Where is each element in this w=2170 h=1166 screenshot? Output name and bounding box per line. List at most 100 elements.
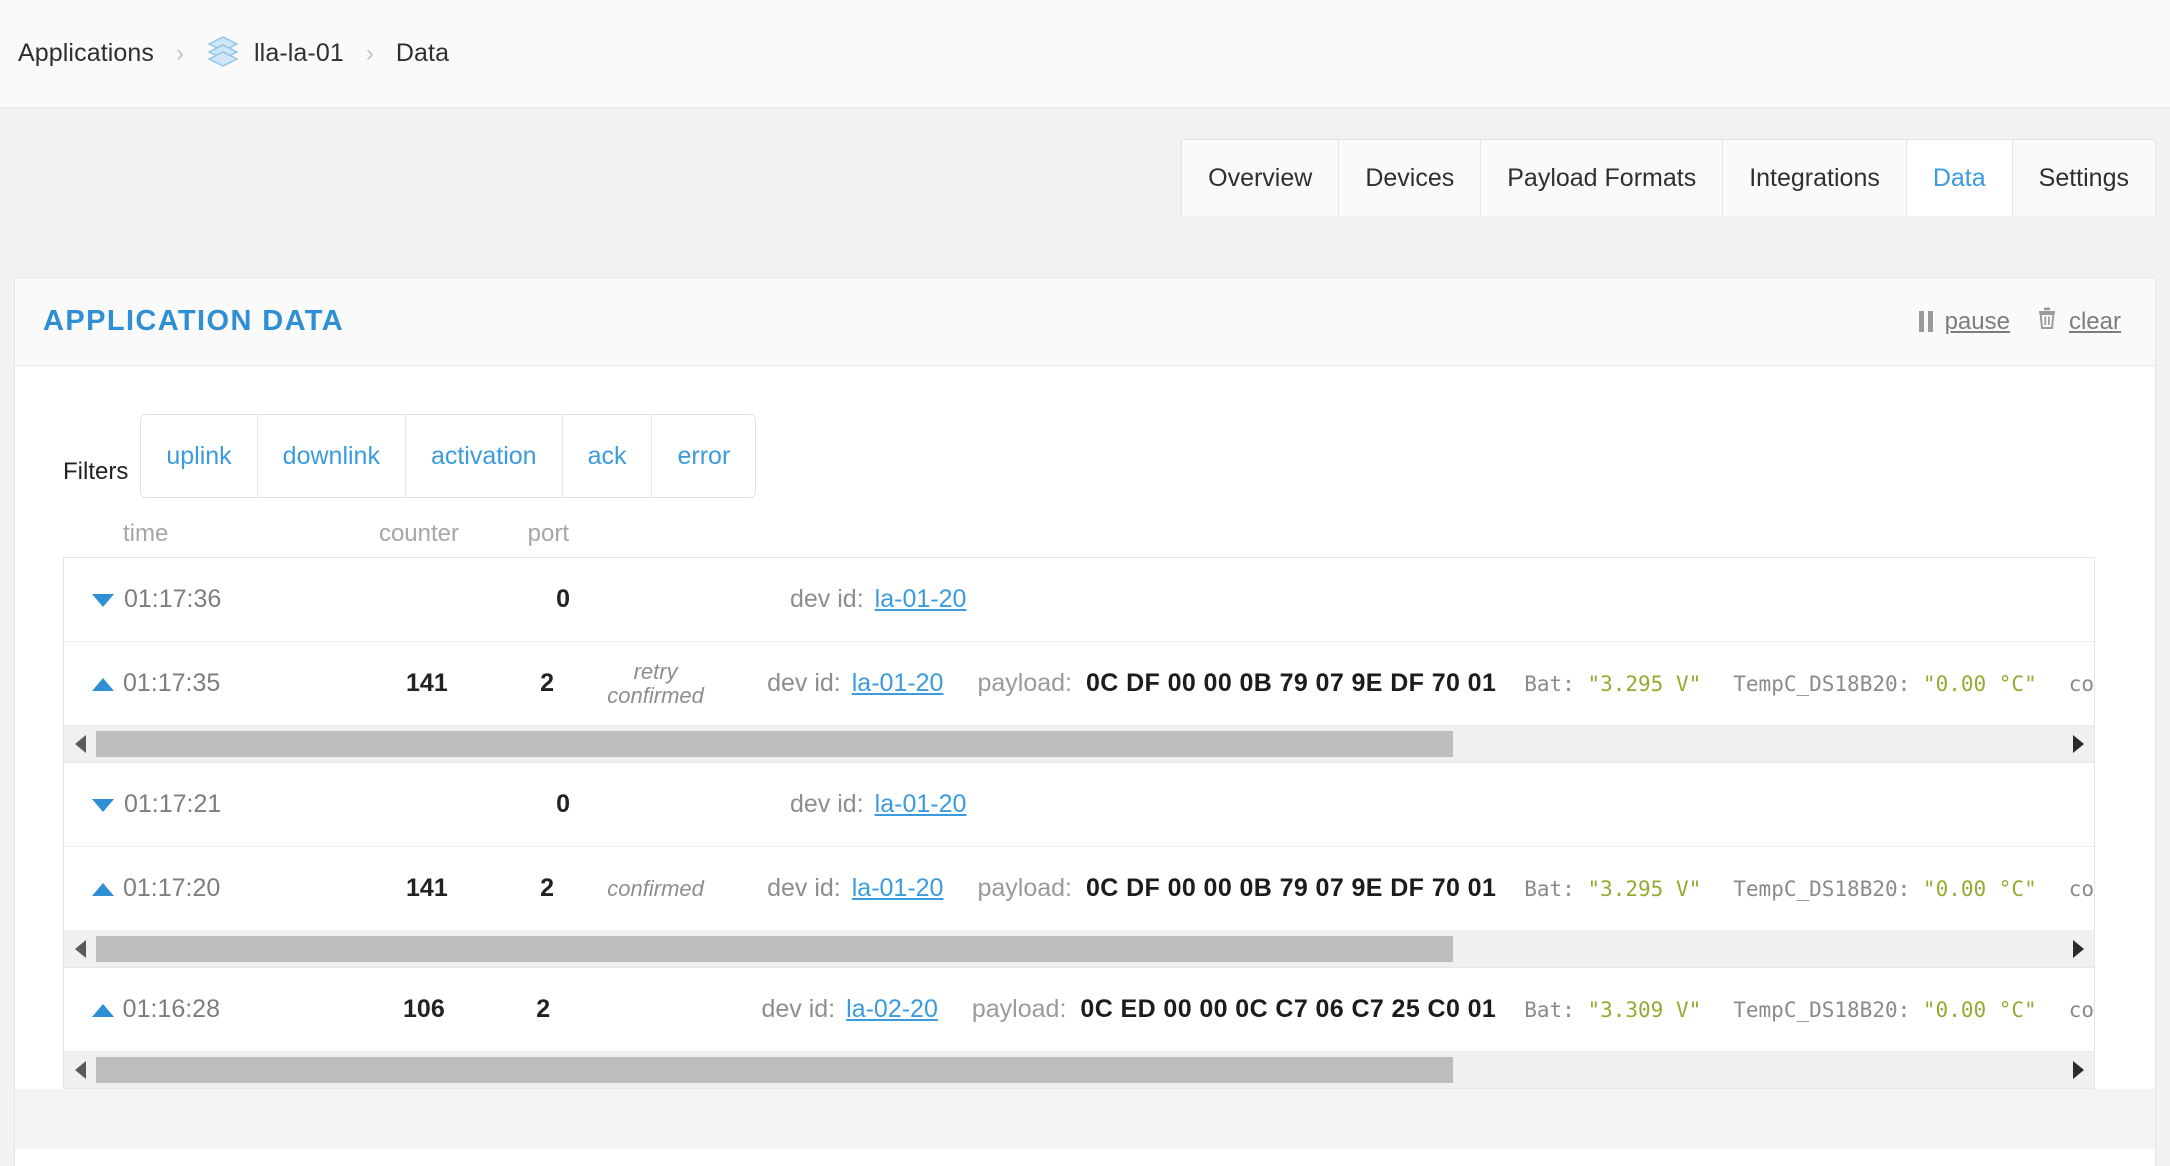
triangle-right-icon — [2072, 735, 2084, 753]
row-counter: 106 — [403, 995, 445, 1023]
row-time: 01:17:20 — [122, 874, 221, 902]
dev-id-label: dev id: — [761, 995, 836, 1023]
filter-error-label: error — [677, 441, 731, 470]
scroll-left-arrow-icon[interactable] — [64, 1061, 96, 1079]
decoded-field: Bat: "3.309 V" — [1524, 998, 1701, 1022]
decoded-field-key: TempC_DS18B20: — [1733, 876, 1923, 901]
device-link[interactable]: la-02-20 — [846, 995, 938, 1024]
triangle-left-icon — [74, 940, 86, 958]
tab-overview[interactable]: Overview — [1182, 140, 1340, 216]
row-decoded-fields: Bat: "3.309 V" TempC_DS18B20: "0.00 °C" co — [1496, 998, 2094, 1022]
scrollbar-thumb[interactable] — [96, 731, 1453, 757]
dev-id-label: dev id: — [767, 669, 841, 697]
row-time: 01:17:35 — [122, 669, 221, 697]
breadcrumb-application[interactable]: lla-la-01 — [206, 34, 344, 73]
tab-devices[interactable]: Devices — [1339, 140, 1482, 216]
scroll-right-arrow-icon[interactable] — [2062, 940, 2094, 958]
tab-payload-formats-label: Payload Formats — [1507, 163, 1697, 192]
triangle-left-icon — [74, 735, 86, 753]
panel-actions: pause clear — [1918, 306, 2121, 337]
scrollbar-track[interactable] — [96, 936, 2062, 962]
breadcrumb-root[interactable]: Applications — [18, 39, 154, 68]
decoded-field-key: TempC_DS18B20: — [1733, 671, 1923, 696]
row-expand-toggle[interactable] — [64, 669, 123, 698]
decoded-field-key: Bat: — [1524, 671, 1588, 696]
tab-data[interactable]: Data — [1906, 140, 2013, 216]
scrollbar-track[interactable] — [96, 731, 2062, 757]
table-row[interactable]: 01:17:21 0 dev id: la-01-20 — [64, 763, 2094, 847]
filter-downlink[interactable]: downlink — [257, 415, 406, 497]
scrollbar-thumb[interactable] — [96, 1057, 1453, 1083]
pause-button[interactable]: pause — [1918, 308, 2010, 336]
table-row[interactable]: 01:16:28 106 2 dev id: la-02-20 payload: 0C ED… — [64, 968, 2094, 1052]
dev-id-label: dev id: — [790, 790, 864, 818]
table-row[interactable]: 01:17:20 141 2 confirmed dev id: la-01-20 payl… — [64, 847, 2094, 931]
tab-settings[interactable]: Settings — [2012, 140, 2155, 216]
filter-uplink[interactable]: uplink — [141, 415, 258, 497]
device-link[interactable]: la-01-20 — [852, 669, 944, 698]
filter-activation[interactable]: activation — [405, 415, 563, 497]
payload-hex: 0C DF 00 00 0B 79 07 9E DF 70 01 — [1086, 669, 1497, 697]
row-payload: payload: 0C DF 00 00 0B 79 07 9E DF 70 01 — [943, 874, 1496, 903]
payload-label: payload: — [971, 995, 1067, 1023]
decoded-field: TempC_DS18B20: "0.00 °C" — [1733, 998, 2036, 1022]
decoded-field-value: "3.309 V" — [1587, 997, 1702, 1022]
device-link[interactable]: la-01-20 — [852, 874, 944, 903]
row-port: 2 — [540, 874, 555, 902]
row-expand-toggle[interactable] — [64, 585, 124, 614]
scrollbar-thumb[interactable] — [96, 936, 1453, 962]
clear-button[interactable]: clear — [2036, 306, 2121, 337]
tab-integrations[interactable]: Integrations — [1723, 140, 1907, 216]
row-horizontal-scrollbar[interactable] — [64, 931, 2094, 968]
device-link[interactable]: la-01-20 — [875, 585, 967, 614]
row-port: 2 — [540, 669, 555, 697]
scroll-left-arrow-icon[interactable] — [64, 940, 96, 958]
row-expand-toggle[interactable] — [64, 995, 123, 1024]
row-port: 2 — [536, 995, 551, 1023]
filter-button-group: uplink downlink activation ack error — [140, 414, 757, 498]
filter-error[interactable]: error — [652, 415, 756, 497]
breadcrumb-separator-1: › — [176, 39, 185, 67]
row-payload: payload: 0C ED 00 00 0C C7 06 C7 25 C0 01 — [938, 995, 1496, 1024]
filters-label: Filters — [63, 458, 129, 485]
row-port: 0 — [556, 585, 570, 613]
table-row[interactable]: 01:17:35 141 2 retry confirmed dev id: la-01-2… — [64, 642, 2094, 726]
tab-bar-area: Overview Devices Payload Formats Integra… — [0, 108, 2170, 225]
row-horizontal-scrollbar[interactable] — [64, 726, 2094, 763]
table-row[interactable]: 01:17:36 0 dev id: la-01-20 — [64, 558, 2094, 642]
device-link[interactable]: la-01-20 — [875, 790, 967, 819]
data-table: time counter port 01:17:36 0 dev id: la-01-… — [63, 520, 2095, 1089]
scroll-right-arrow-icon[interactable] — [2062, 735, 2094, 753]
row-horizontal-scrollbar[interactable] — [64, 1052, 2094, 1089]
decoded-field-value: "3.295 V" — [1587, 671, 1702, 696]
filters-row: Filters uplink downlink activation ack e… — [15, 414, 2155, 498]
row-time: 01:17:36 — [124, 585, 222, 613]
scroll-left-arrow-icon[interactable] — [64, 735, 96, 753]
row-status: confirmed — [607, 875, 704, 901]
table-header-row: time counter port — [63, 520, 2079, 557]
decoded-field: Bat: "3.295 V" — [1524, 672, 1701, 696]
decoded-field-value: "3.295 V" — [1587, 876, 1702, 901]
scroll-right-arrow-icon[interactable] — [2062, 1061, 2094, 1079]
row-expand-toggle[interactable] — [64, 790, 124, 819]
dev-id-label: dev id: — [790, 585, 864, 613]
triangle-left-icon — [74, 1061, 86, 1079]
row-expand-toggle[interactable] — [64, 874, 123, 903]
triangle-right-icon — [2072, 1061, 2084, 1079]
panel-header: APPLICATION DATA pause clear — [15, 278, 2155, 366]
tab-payload-formats[interactable]: Payload Formats — [1481, 140, 1724, 216]
payload-hex: 0C ED 00 00 0C C7 06 C7 25 C0 01 — [1080, 995, 1497, 1023]
filter-ack[interactable]: ack — [562, 415, 653, 497]
tab-data-label: Data — [1932, 163, 1986, 192]
payload-label: payload: — [977, 874, 1072, 902]
decoded-field: Bat: "3.295 V" — [1524, 877, 1701, 901]
filter-downlink-label: downlink — [282, 441, 380, 470]
decoded-field-key: Bat: — [1524, 997, 1588, 1022]
row-device: dev id: la-01-20 — [780, 790, 966, 819]
dev-id-label: dev id: — [767, 874, 841, 902]
filter-ack-label: ack — [587, 441, 627, 470]
row-counter: 141 — [406, 669, 448, 697]
header-port: port — [527, 520, 569, 547]
stack-icon — [206, 34, 240, 73]
scrollbar-track[interactable] — [96, 1057, 2062, 1083]
